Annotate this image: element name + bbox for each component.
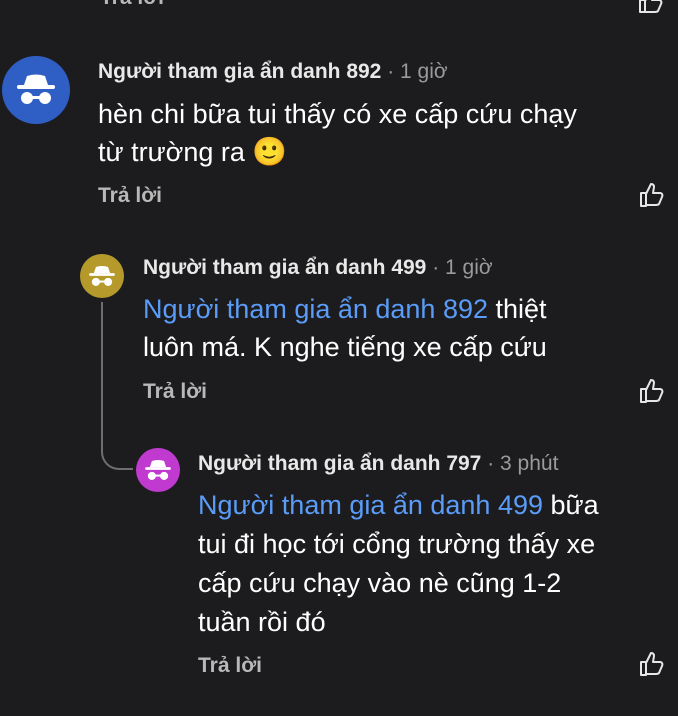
timestamp: · 3 phút — [487, 452, 559, 475]
avatar[interactable] — [80, 254, 124, 298]
thread-line — [101, 302, 103, 447]
incognito-icon — [89, 265, 115, 286]
author-name[interactable]: Người tham gia ẩn danh 892 — [98, 60, 381, 83]
comment-body: hèn chi bữa tui thấy có xe cấp cứu chạy … — [98, 96, 577, 171]
like-icon[interactable] — [639, 378, 665, 404]
comment-text: luôn má. K nghe tiếng xe cấp cứu — [143, 332, 547, 362]
author-name[interactable]: Người tham gia ẩn danh 797 — [198, 452, 481, 475]
comment-text: thiệt — [488, 294, 547, 324]
comment-text: từ trường ra — [98, 137, 245, 167]
avatar[interactable] — [2, 56, 70, 124]
comment-header: Người tham gia ẩn danh 892 · 1 giờ — [98, 60, 448, 84]
comment-text: tui đi học tới cổng trường thấy xe — [198, 529, 596, 559]
like-icon[interactable] — [639, 651, 665, 677]
comment-text: hèn chi bữa tui thấy có xe cấp cứu chạy — [98, 99, 577, 129]
reply-button[interactable]: Trả lời — [143, 380, 207, 404]
comment-text: cấp cứu chạy vào nè cũng 1-2 — [198, 568, 562, 598]
reply-button-top[interactable]: Trả lời — [100, 0, 164, 10]
reply-button[interactable]: Trả lời — [198, 654, 262, 678]
avatar[interactable] — [136, 448, 180, 492]
incognito-icon — [145, 459, 171, 480]
smile-emoji: 🙂 — [252, 136, 288, 167]
comment-text: tuần rồi đó — [198, 607, 326, 637]
mention-link[interactable]: Người tham gia ẩn danh 499 — [198, 490, 543, 520]
comment-header: Người tham gia ẩn danh 797 · 3 phút — [198, 452, 558, 476]
incognito-icon — [17, 74, 55, 104]
comment-body: Người tham gia ẩn danh 892 thiệt luôn má… — [143, 290, 547, 366]
comment-body: Người tham gia ẩn danh 499 bữa tui đi họ… — [198, 486, 599, 642]
like-icon[interactable] — [638, 0, 664, 14]
author-name[interactable]: Người tham gia ẩn danh 499 — [143, 256, 426, 279]
mention-link[interactable]: Người tham gia ẩn danh 892 — [143, 294, 488, 324]
comment-header: Người tham gia ẩn danh 499 · 1 giờ — [143, 256, 493, 280]
reply-button[interactable]: Trả lời — [98, 184, 162, 208]
thread-line-curve — [101, 440, 133, 470]
timestamp: · 1 giờ — [432, 256, 493, 279]
like-icon[interactable] — [639, 182, 665, 208]
timestamp: · 1 giờ — [387, 60, 448, 83]
comment-text: bữa — [543, 490, 599, 520]
